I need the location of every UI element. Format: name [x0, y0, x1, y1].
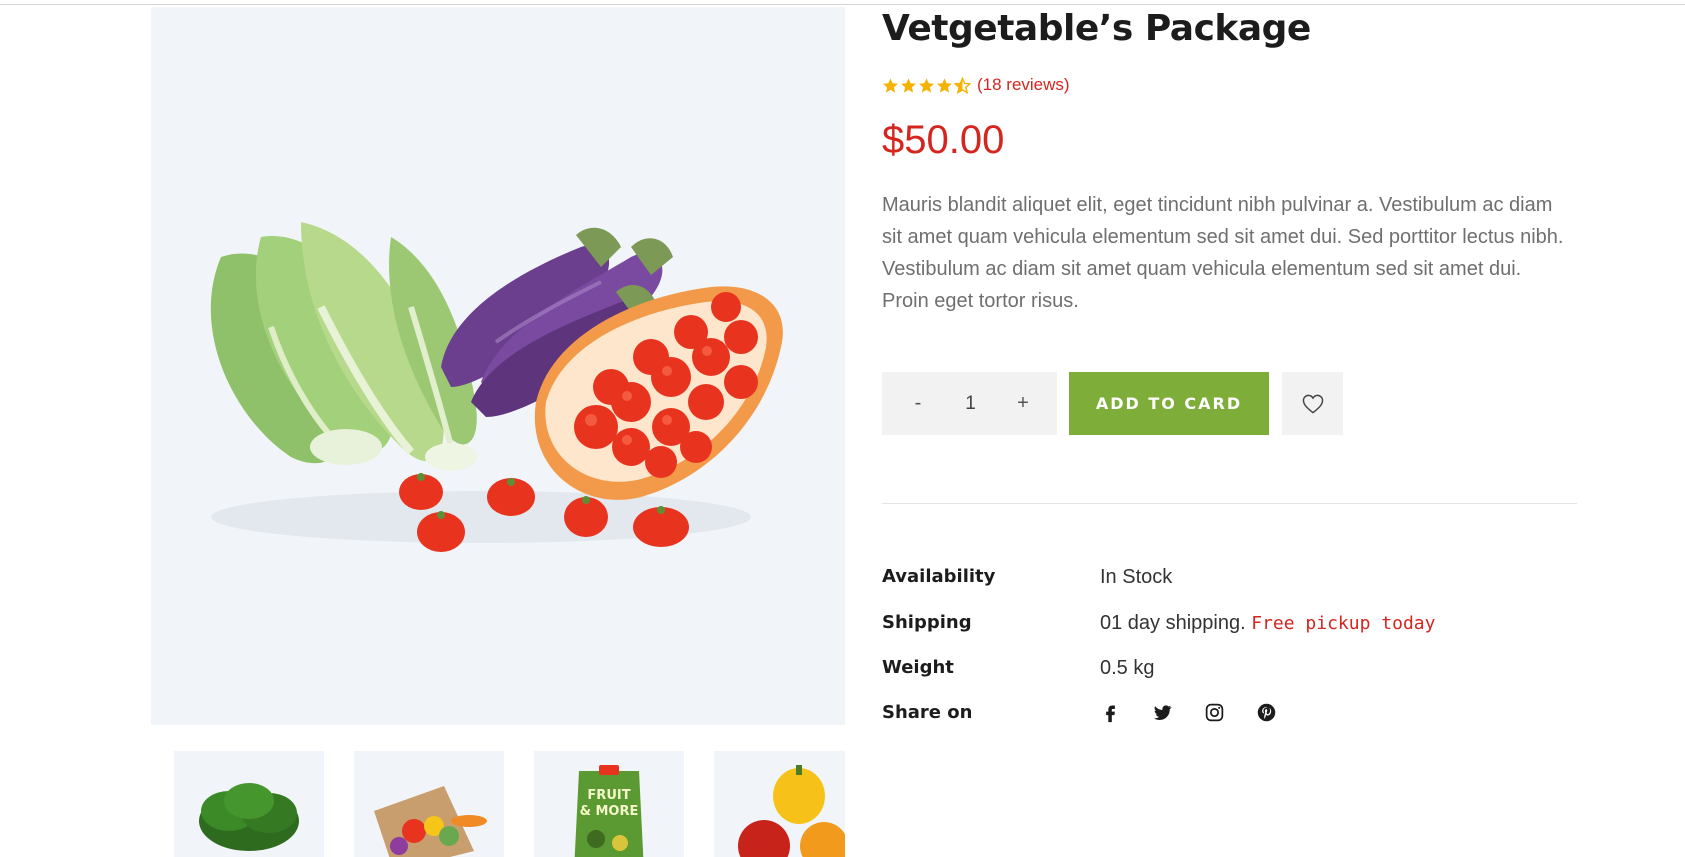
thumbnail-fruit-and-more[interactable]: FRUIT & MORE	[534, 751, 684, 857]
availability-value: In Stock	[1100, 566, 1173, 588]
grocery-bag-image	[374, 786, 487, 857]
heart-icon	[1302, 394, 1323, 414]
share-label: Share on	[882, 702, 973, 723]
add-to-cart-button[interactable]: ADD TO CARD	[1069, 372, 1269, 435]
shipping-text: 01 day shipping.	[1100, 612, 1246, 634]
product-title: Vetgetable’s Package	[882, 8, 1311, 49]
decrease-quantity-button[interactable]: -	[908, 392, 928, 415]
wishlist-button[interactable]	[1282, 372, 1343, 435]
star-half-icon	[954, 76, 971, 94]
reviews-link[interactable]: (18 reviews)	[977, 75, 1070, 95]
facebook-icon	[1106, 705, 1115, 723]
increase-quantity-button[interactable]: +	[1013, 392, 1033, 415]
social-share-links	[1100, 702, 1277, 723]
thumbnail-strip: FRUIT & MORE	[174, 751, 845, 857]
thumbnail-grocery-bag[interactable]	[354, 751, 504, 857]
product-rating: (18 reviews)	[882, 74, 1070, 96]
thumbnail-bell-peppers[interactable]	[714, 751, 845, 857]
quantity-stepper: - 1 +	[882, 372, 1057, 435]
instagram-share-link[interactable]	[1204, 702, 1225, 723]
vegetables-illustration	[210, 222, 783, 552]
facebook-share-link[interactable]	[1100, 702, 1121, 723]
product-description: Mauris blandit aliquet elit, eget tincid…	[882, 194, 1564, 312]
bag-label-line2: & MORE	[580, 804, 639, 819]
bag-label-line1: FRUIT	[587, 788, 630, 803]
shipping-value: 01 day shipping. Free pickup today	[1100, 612, 1435, 635]
star-full-icon	[919, 77, 934, 93]
section-divider	[882, 503, 1577, 504]
instagram-icon	[1205, 703, 1224, 722]
free-pickup-note: Free pickup today	[1251, 613, 1436, 634]
weight-label: Weight	[882, 657, 954, 678]
fruit-bag-image: FRUIT & MORE	[574, 765, 644, 857]
product-price: $50.00	[882, 118, 1005, 162]
shipping-label: Shipping	[882, 612, 972, 633]
spinach-image	[199, 783, 299, 851]
quantity-input[interactable]: 1	[956, 393, 986, 415]
twitter-share-link[interactable]	[1152, 702, 1173, 723]
pinterest-share-link[interactable]	[1256, 702, 1277, 723]
star-rating	[882, 76, 971, 94]
main-product-image[interactable]	[151, 7, 845, 725]
bell-peppers-image	[738, 765, 845, 857]
star-full-icon	[937, 77, 952, 93]
thumbnail-spinach[interactable]	[174, 751, 324, 857]
pinterest-icon	[1257, 703, 1276, 722]
weight-value: 0.5 kg	[1100, 657, 1155, 679]
twitter-icon	[1154, 705, 1172, 720]
star-full-icon	[901, 77, 916, 93]
top-border	[0, 4, 1685, 5]
availability-label: Availability	[882, 566, 996, 587]
star-full-icon	[883, 77, 898, 93]
